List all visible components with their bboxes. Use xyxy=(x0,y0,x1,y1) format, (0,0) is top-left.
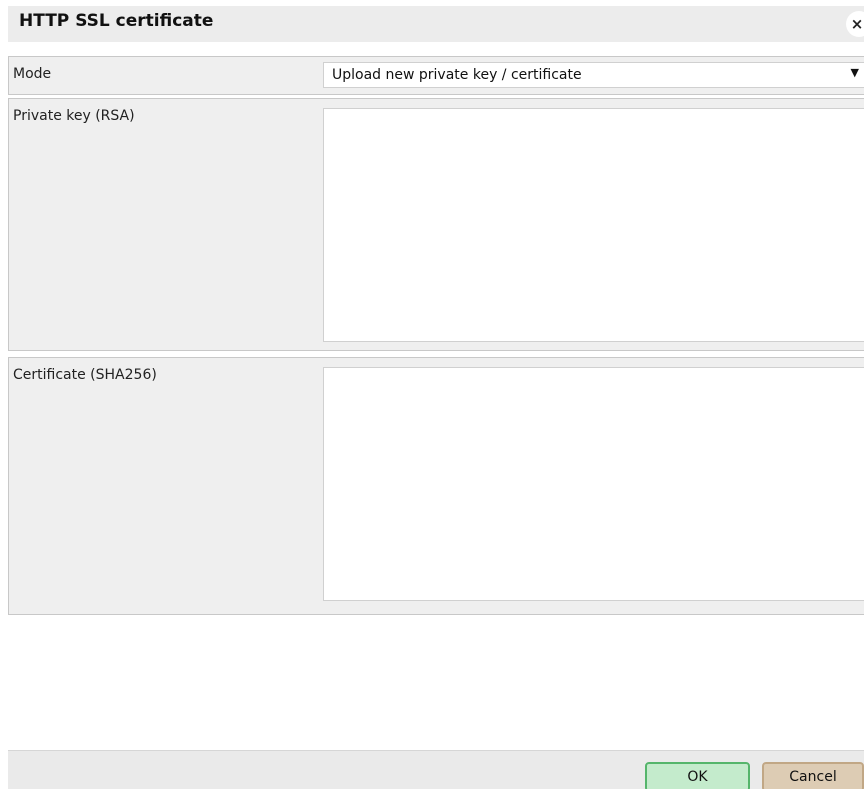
cancel-button[interactable]: Cancel xyxy=(762,762,864,789)
ok-button-label: OK xyxy=(687,769,708,785)
private-key-row: Private key (RSA) xyxy=(8,98,864,351)
mode-select[interactable]: Upload new private key / certificate ▼ xyxy=(323,62,864,88)
dialog-footer: OK Cancel xyxy=(8,750,864,789)
cancel-button-label: Cancel xyxy=(789,769,837,785)
dialog-titlebar: HTTP SSL certificate × xyxy=(8,6,864,42)
mode-label: Mode xyxy=(13,66,52,82)
mode-row: Mode Upload new private key / certificat… xyxy=(8,56,864,95)
close-button[interactable]: × xyxy=(846,11,864,37)
ssl-certificate-dialog: HTTP SSL certificate × Mode Upload new p… xyxy=(0,0,864,789)
dialog-title: HTTP SSL certificate xyxy=(19,11,214,31)
certificate-textarea[interactable] xyxy=(323,367,864,601)
private-key-label: Private key (RSA) xyxy=(13,108,135,124)
mode-selected-value: Upload new private key / certificate xyxy=(332,67,582,83)
ok-button[interactable]: OK xyxy=(645,762,750,789)
private-key-textarea[interactable] xyxy=(323,108,864,342)
certificate-label: Certificate (SHA256) xyxy=(13,367,157,383)
chevron-down-icon: ▼ xyxy=(850,66,859,79)
certificate-row: Certificate (SHA256) xyxy=(8,357,864,615)
close-icon: × xyxy=(850,15,864,33)
